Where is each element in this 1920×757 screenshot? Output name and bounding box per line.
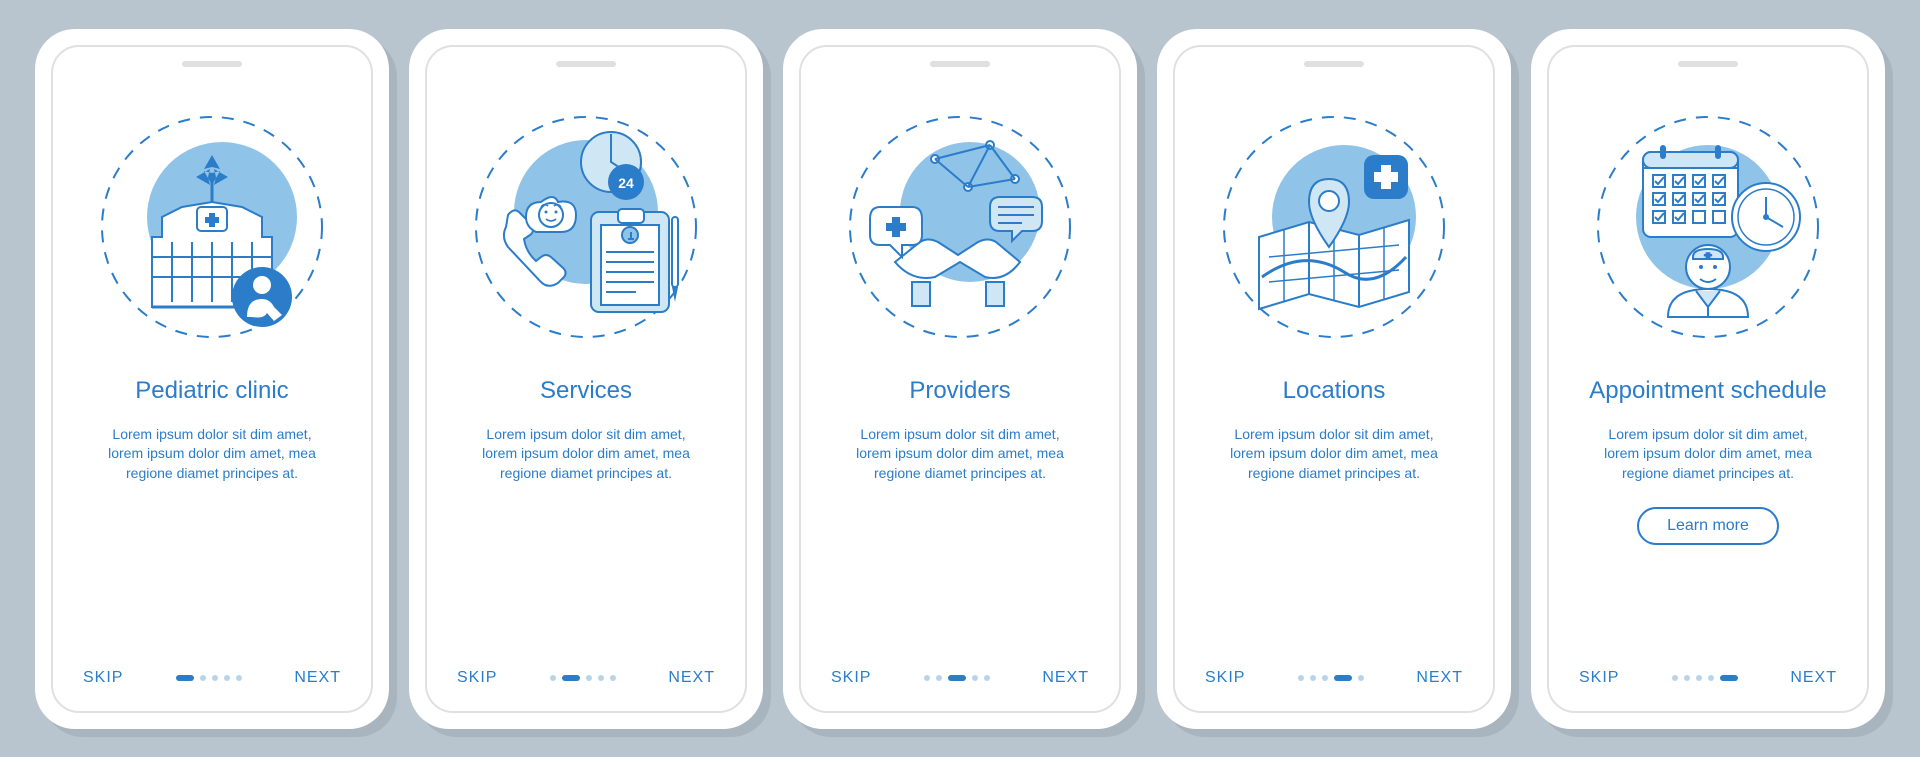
screen-title: Providers: [909, 377, 1010, 405]
services-icon: 24: [466, 107, 706, 347]
phone-speaker: [1304, 61, 1364, 67]
screen-description: Lorem ipsum dolor sit dim amet, lorem ip…: [83, 425, 341, 484]
pagination-dot[interactable]: [1672, 675, 1678, 681]
skip-button[interactable]: SKIP: [457, 669, 497, 687]
pagination-dot[interactable]: [212, 675, 218, 681]
pagination-dots: [176, 675, 242, 681]
phone-inner: Appointment schedule Lorem ipsum dolor s…: [1547, 45, 1869, 713]
phone-inner: Providers Lorem ipsum dolor sit dim amet…: [799, 45, 1121, 713]
learn-more-button[interactable]: Learn more: [1637, 507, 1779, 545]
next-button[interactable]: NEXT: [1042, 669, 1089, 687]
onboarding-footer: SKIP NEXT: [1579, 669, 1837, 687]
pagination-dot[interactable]: [972, 675, 978, 681]
pagination-dot[interactable]: [1708, 675, 1714, 681]
pagination-dot[interactable]: [1322, 675, 1328, 681]
skip-button[interactable]: SKIP: [831, 669, 871, 687]
screen-description: Lorem ipsum dolor sit dim amet, lorem ip…: [457, 425, 715, 484]
pagination-dots: [1298, 675, 1364, 681]
phone-speaker: [1678, 61, 1738, 67]
locations-icon: [1214, 107, 1454, 347]
screen-title: Pediatric clinic: [135, 377, 288, 405]
pagination-dot[interactable]: [948, 675, 966, 681]
pagination-dot[interactable]: [200, 675, 206, 681]
phone-screen-0: Pediatric clinic Lorem ipsum dolor sit d…: [35, 29, 389, 729]
pagination-dot[interactable]: [1298, 675, 1304, 681]
pagination-dot[interactable]: [936, 675, 942, 681]
screen-title: Services: [540, 377, 632, 405]
screen-description: Lorem ipsum dolor sit dim amet, lorem ip…: [1205, 425, 1463, 484]
pagination-dot[interactable]: [924, 675, 930, 681]
onboarding-footer: SKIP NEXT: [83, 669, 341, 687]
pagination-dot[interactable]: [224, 675, 230, 681]
skip-button[interactable]: SKIP: [1205, 669, 1245, 687]
svg-text:24: 24: [618, 175, 634, 191]
pagination-dot[interactable]: [1720, 675, 1738, 681]
next-button[interactable]: NEXT: [294, 669, 341, 687]
phone-speaker: [556, 61, 616, 67]
pagination-dot[interactable]: [586, 675, 592, 681]
pagination-dots: [550, 675, 616, 681]
screen-title: Locations: [1283, 377, 1386, 405]
phone-speaker: [930, 61, 990, 67]
phone-screen-4: Appointment schedule Lorem ipsum dolor s…: [1531, 29, 1885, 729]
pagination-dots: [1672, 675, 1738, 681]
next-button[interactable]: NEXT: [1416, 669, 1463, 687]
phone-screen-3: Locations Lorem ipsum dolor sit dim amet…: [1157, 29, 1511, 729]
pagination-dot[interactable]: [1310, 675, 1316, 681]
pagination-dot[interactable]: [1684, 675, 1690, 681]
onboarding-footer: SKIP NEXT: [831, 669, 1089, 687]
pagination-dot[interactable]: [236, 675, 242, 681]
appointment-icon: [1588, 107, 1828, 347]
onboarding-footer: SKIP NEXT: [457, 669, 715, 687]
pagination-dot[interactable]: [610, 675, 616, 681]
pagination-dot[interactable]: [1696, 675, 1702, 681]
next-button[interactable]: NEXT: [668, 669, 715, 687]
skip-button[interactable]: SKIP: [83, 669, 123, 687]
pagination-dot[interactable]: [550, 675, 556, 681]
phone-screen-2: Providers Lorem ipsum dolor sit dim amet…: [783, 29, 1137, 729]
pagination-dot[interactable]: [1358, 675, 1364, 681]
providers-icon: [840, 107, 1080, 347]
pagination-dots: [924, 675, 990, 681]
screen-description: Lorem ipsum dolor sit dim amet, lorem ip…: [831, 425, 1089, 484]
screen-title: Appointment schedule: [1589, 377, 1827, 405]
pagination-dot[interactable]: [176, 675, 194, 681]
onboarding-footer: SKIP NEXT: [1205, 669, 1463, 687]
phone-inner: 24 Services Lorem ipsum dolor sit dim am…: [425, 45, 747, 713]
phone-inner: Pediatric clinic Lorem ipsum dolor sit d…: [51, 45, 373, 713]
pagination-dot[interactable]: [1334, 675, 1352, 681]
screen-description: Lorem ipsum dolor sit dim amet, lorem ip…: [1579, 425, 1837, 484]
phone-speaker: [182, 61, 242, 67]
pagination-dot[interactable]: [984, 675, 990, 681]
skip-button[interactable]: SKIP: [1579, 669, 1619, 687]
pagination-dot[interactable]: [562, 675, 580, 681]
pagination-dot[interactable]: [598, 675, 604, 681]
phone-screen-1: 24 Services Lorem ipsum dolor sit dim am…: [409, 29, 763, 729]
next-button[interactable]: NEXT: [1790, 669, 1837, 687]
phone-inner: Locations Lorem ipsum dolor sit dim amet…: [1173, 45, 1495, 713]
clinic-icon: [92, 107, 332, 347]
